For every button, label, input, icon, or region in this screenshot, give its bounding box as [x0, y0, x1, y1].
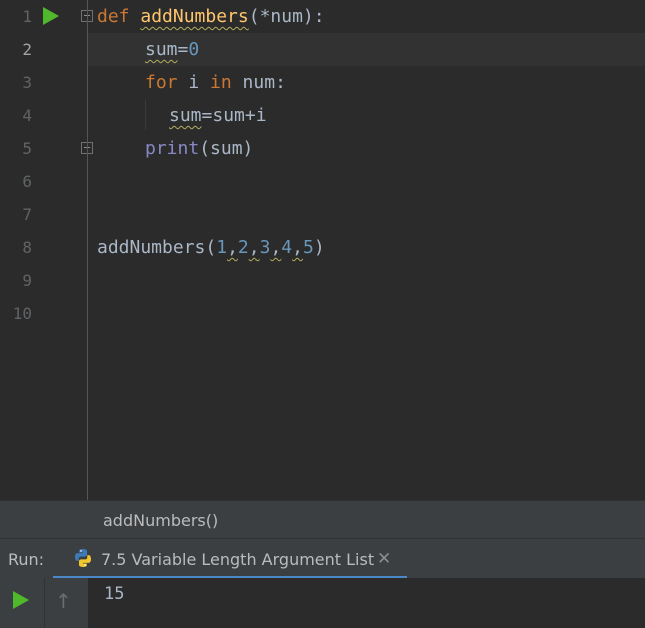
line-number: 5 — [22, 139, 32, 158]
argument: 2 — [237, 237, 249, 258]
operator: = — [177, 39, 189, 60]
close-icon[interactable]: ✕ — [377, 549, 391, 569]
code-line-2[interactable]: sum=0 — [145, 33, 199, 66]
line-number: 1 — [22, 7, 32, 26]
builtin-print: print — [145, 138, 200, 159]
python-icon — [75, 549, 91, 567]
line-number: 8 — [22, 238, 32, 257]
number-literal: 0 — [188, 39, 200, 60]
expression: =sum+i — [201, 105, 267, 126]
comma: , — [227, 237, 238, 258]
scroll-up-icon[interactable]: ↑ — [55, 591, 73, 611]
run-label: Run: — [8, 550, 45, 569]
loop-iterable: num: — [231, 72, 286, 93]
argument: 5 — [302, 237, 314, 258]
line-number-current: 2 — [22, 40, 32, 59]
run-toolbar: ↑ — [0, 578, 88, 628]
code-editor[interactable]: 1 2 3 4 5 6 7 8 9 10 def addNumbers(*num… — [0, 0, 645, 500]
code-line-8[interactable]: addNumbers(1,2,3,4,5) — [97, 231, 325, 264]
function-params: (*num): — [248, 6, 325, 27]
run-tab-label: 7.5 Variable Length Argument List — [101, 550, 375, 569]
indent-guide — [145, 100, 146, 130]
argument: 1 — [216, 237, 228, 258]
rerun-icon[interactable] — [13, 591, 29, 609]
line-number: 7 — [22, 205, 32, 224]
editor-gutter[interactable]: 1 2 3 4 5 6 7 8 9 10 — [0, 0, 93, 500]
function-call: addNumbers( — [97, 237, 217, 258]
close-paren: ) — [313, 237, 325, 258]
variable-sum: sum — [169, 105, 202, 126]
code-line-3[interactable]: for i in num: — [145, 66, 286, 99]
breadcrumb-item[interactable]: addNumbers() — [103, 511, 218, 530]
line-number: 10 — [12, 304, 32, 323]
keyword-for: for — [145, 72, 178, 93]
argument: 3 — [259, 237, 271, 258]
loop-variable: i — [177, 72, 211, 93]
keyword-in: in — [210, 72, 232, 93]
console-output: 15 — [104, 584, 125, 604]
keyword-def: def — [97, 6, 130, 27]
argument: 4 — [281, 237, 293, 258]
print-args: (sum) — [199, 138, 254, 159]
code-line-4[interactable]: sum=sum+i — [169, 99, 267, 132]
run-tab[interactable]: 7.5 Variable Length Argument List ✕ — [53, 539, 407, 579]
run-gutter-icon[interactable] — [43, 7, 59, 25]
code-line-5[interactable]: print(sum) — [145, 132, 253, 165]
breadcrumb[interactable]: addNumbers() — [0, 500, 645, 538]
function-name: addNumbers — [140, 6, 249, 27]
code-line-1[interactable]: def addNumbers(*num): — [97, 0, 325, 33]
line-number: 3 — [22, 73, 32, 92]
comma: , — [248, 237, 260, 258]
variable-sum: sum — [145, 39, 178, 60]
toolbar-divider — [44, 578, 45, 628]
comma: , — [292, 237, 303, 258]
line-number: 9 — [22, 271, 32, 290]
line-number: 6 — [22, 172, 32, 191]
comma: , — [270, 237, 282, 258]
gutter-separator — [87, 0, 88, 500]
run-tool-window-header: Run: 7.5 Variable Length Argument List ✕ — [0, 538, 645, 579]
line-number: 4 — [22, 106, 32, 125]
run-console[interactable]: ↑ 15 — [0, 578, 645, 628]
